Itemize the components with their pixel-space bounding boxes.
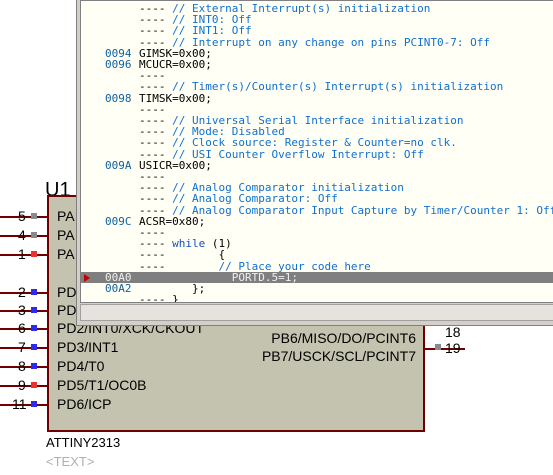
pin-state-indicator bbox=[31, 289, 37, 295]
pin-label: PA bbox=[57, 208, 75, 224]
code-line[interactable]: ---- } bbox=[81, 293, 553, 303]
component-part-name: ATTINY2313 bbox=[46, 435, 121, 450]
pin-label: PA bbox=[57, 227, 75, 243]
pin-state-indicator bbox=[31, 251, 37, 257]
pin-state-indicator bbox=[435, 344, 441, 350]
pin-number: 8 bbox=[18, 358, 26, 374]
pin-state-indicator bbox=[31, 232, 37, 238]
line-code: ---- // Interrupt on any change on pins … bbox=[139, 35, 491, 49]
code-line[interactable]: 0098 TIMSK=0x00; bbox=[81, 93, 553, 104]
pin-label: PD5/T1/OC0B bbox=[57, 377, 147, 393]
pin-label: PD bbox=[57, 302, 77, 318]
component-text-placeholder: <TEXT> bbox=[46, 454, 95, 469]
line-address: 0096 bbox=[105, 58, 132, 71]
pin-11[interactable]: 11 PD6/ICP bbox=[0, 396, 160, 414]
code-line[interactable]: ---- // Analog Comparator Input Capture … bbox=[81, 205, 553, 216]
pin-label: PD bbox=[57, 284, 77, 300]
source-code-window[interactable]: ---- // External Interrupt(s) initializa… bbox=[76, 0, 553, 326]
line-address: 009A bbox=[105, 158, 132, 172]
pin-state-indicator bbox=[31, 307, 37, 313]
pin-state-indicator bbox=[31, 382, 37, 388]
line-code: ---- // Place your code here bbox=[139, 259, 371, 273]
code-line[interactable]: ---- // Interrupt on any change on pins … bbox=[81, 37, 553, 48]
pin-state-indicator bbox=[31, 363, 37, 369]
pin-number: 18 bbox=[445, 324, 461, 340]
execution-pointer-icon bbox=[84, 273, 90, 282]
pin-number: 3 bbox=[18, 302, 26, 318]
line-code: ---- } bbox=[139, 293, 179, 303]
line-address: 009C bbox=[105, 214, 132, 228]
code-line[interactable]: ---- // Place your code here bbox=[81, 261, 553, 272]
line-code: ---- // Analog Comparator Input Capture … bbox=[139, 203, 553, 217]
pin-9[interactable]: 9 PD5/T1/OC0B bbox=[0, 377, 160, 395]
pin-label: PA bbox=[57, 246, 75, 262]
line-code: TIMSK=0x00; bbox=[139, 91, 212, 105]
pin-number: 2 bbox=[18, 284, 26, 300]
code-line[interactable]: ---- // Timer(s)/Counter(s) Interrupt(s)… bbox=[81, 81, 553, 92]
pin-label: PB7/USCK/SCL/PCINT7 bbox=[261, 348, 416, 364]
horizontal-scrollbar[interactable] bbox=[80, 304, 553, 321]
source-code-view[interactable]: ---- // External Interrupt(s) initializa… bbox=[80, 0, 553, 303]
pin-19[interactable]: PB7/USCK/SCL/PCINT7 19 bbox=[0, 340, 553, 364]
pin-8[interactable]: 8 PD4/T0 bbox=[0, 358, 160, 376]
pin-state-indicator bbox=[31, 401, 37, 407]
pin-state-indicator bbox=[31, 213, 37, 219]
pin-number: 1 bbox=[18, 246, 26, 262]
line-code: ---- // USI Counter Overflow Interrupt: … bbox=[139, 147, 424, 161]
pin-label: PD6/ICP bbox=[57, 396, 112, 412]
pin-label: PD4/T0 bbox=[57, 358, 105, 374]
pin-number: 4 bbox=[18, 227, 26, 243]
line-code: ---- // Timer(s)/Counter(s) Interrupt(s)… bbox=[139, 80, 504, 94]
pin-number: 9 bbox=[18, 377, 26, 393]
line-address: 0098 bbox=[105, 91, 132, 105]
code-line[interactable]: ---- // USI Counter Overflow Interrupt: … bbox=[81, 149, 553, 160]
line-address: 00A2 bbox=[105, 282, 132, 295]
pin-number: 11 bbox=[12, 396, 27, 412]
pin-number: 19 bbox=[445, 340, 461, 356]
pin-number: 5 bbox=[18, 208, 26, 224]
